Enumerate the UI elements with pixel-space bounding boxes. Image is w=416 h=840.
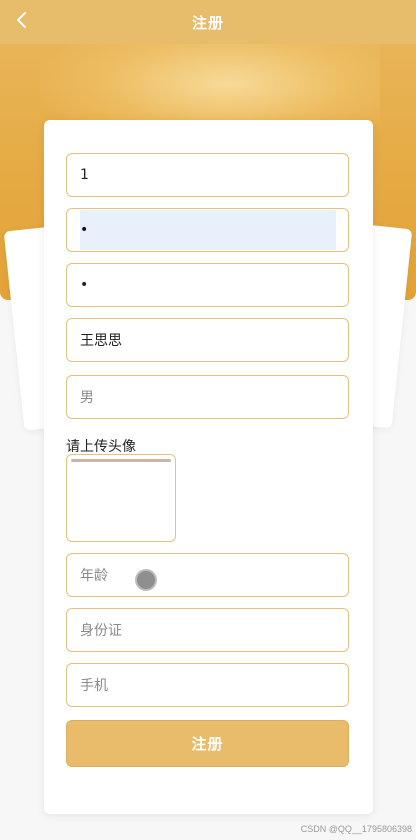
age-placeholder: 年龄 <box>80 568 108 584</box>
confirm-password-field[interactable]: • <box>66 263 349 307</box>
back-button[interactable] <box>6 6 38 38</box>
id-card-field[interactable]: 身份证 <box>66 608 349 652</box>
navigation-bar: 注册 <box>0 0 416 44</box>
watermark-text: CSDN @QQ__1795806398 <box>300 824 412 834</box>
avatar-upload-box[interactable] <box>66 454 176 542</box>
id-card-placeholder: 身份证 <box>80 623 122 639</box>
gender-placeholder: 男 <box>80 390 94 406</box>
confirm-password-value: • <box>80 277 89 293</box>
chevron-left-icon <box>14 11 30 33</box>
age-field[interactable]: 年龄 <box>66 553 349 597</box>
autofill-highlight <box>80 210 336 250</box>
gender-field[interactable]: 男 <box>66 375 349 419</box>
name-field[interactable]: 王思思 <box>66 318 349 362</box>
password-field[interactable]: • <box>66 208 349 252</box>
username-value: 1 <box>80 167 89 183</box>
avatar-upload-label: 请上传头像 <box>66 439 136 455</box>
register-form-card: 1 • • 王思思 男 请上传头像 年龄 身份证 手机 注册 <box>44 120 373 814</box>
name-value: 王思思 <box>80 333 122 349</box>
page-title: 注册 <box>191 13 224 32</box>
phone-placeholder: 手机 <box>80 678 108 694</box>
register-button[interactable]: 注册 <box>66 720 349 767</box>
phone-field[interactable]: 手机 <box>66 663 349 707</box>
upload-preview-strip <box>71 459 171 462</box>
password-value: • <box>80 222 89 238</box>
username-field[interactable]: 1 <box>66 153 349 197</box>
register-page: 注册 1 • • 王思思 男 请上传头像 年龄 身份证 手机 注册 CSDN @… <box>0 0 416 840</box>
touch-indicator <box>135 569 157 591</box>
